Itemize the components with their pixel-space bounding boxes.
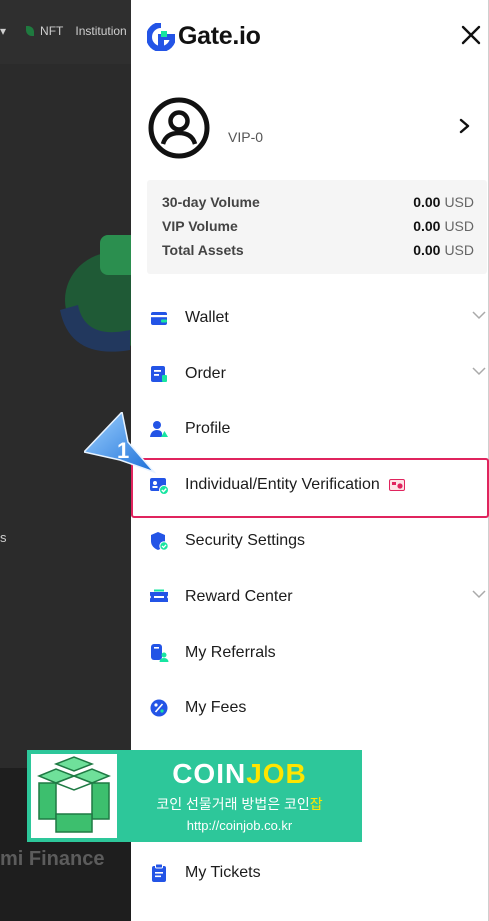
banner-subtitle-yellow: 잡 bbox=[309, 796, 323, 812]
gate-logo-icon bbox=[147, 22, 175, 51]
background-side-text: s bbox=[0, 530, 7, 545]
menu-label: Individual/Entity Verification bbox=[185, 476, 380, 494]
background-nav-links: ▾ NFT Institution bbox=[0, 24, 127, 38]
stat-unit: USD bbox=[444, 218, 474, 234]
nft-leaf-icon bbox=[26, 26, 35, 36]
id-card-badge-icon bbox=[388, 479, 405, 492]
step-callout-arrow: 1 bbox=[84, 412, 156, 474]
stat-unit: USD bbox=[444, 242, 474, 258]
menu-item-my-fees[interactable]: My Fees bbox=[131, 681, 489, 737]
chevron-down-icon[interactable] bbox=[471, 310, 487, 320]
menu-label: My Tickets bbox=[185, 864, 261, 881]
nav-link-institution: Institution bbox=[75, 24, 127, 38]
menu-item-order[interactable]: Order bbox=[131, 346, 489, 402]
stat-label: VIP Volume bbox=[162, 218, 238, 234]
banner-title-yellow: JOB bbox=[246, 758, 307, 789]
chevron-right-icon[interactable] bbox=[457, 118, 471, 134]
percent-icon bbox=[150, 699, 168, 717]
verification-icon bbox=[150, 478, 169, 496]
stat-row-vip-volume: VIP Volume 0.00 USD bbox=[162, 214, 474, 238]
banner-url: http://coinjob.co.kr bbox=[186, 818, 293, 833]
close-icon[interactable] bbox=[456, 20, 486, 50]
menu-item-my-referrals[interactable]: My Referrals bbox=[131, 625, 489, 681]
menu-label: Order bbox=[185, 364, 226, 382]
stat-value: 0.00 bbox=[413, 242, 441, 258]
menu-item-my-tickets[interactable]: My Tickets bbox=[131, 845, 489, 901]
nav-dropdown-arrow: ▾ bbox=[0, 24, 7, 38]
background-footer-text: mi Finance bbox=[0, 848, 105, 870]
menu-label: Reward Center bbox=[185, 587, 293, 605]
wallet-icon bbox=[151, 311, 167, 325]
menu-item-profile[interactable]: Profile bbox=[131, 402, 489, 458]
stat-value: 0.00 bbox=[413, 194, 441, 210]
background-navbar: ▾ NFT Institution bbox=[0, 0, 131, 64]
banner-title: COINJOB bbox=[117, 758, 362, 790]
stat-label: 30-day Volume bbox=[162, 194, 260, 210]
menu-label: Wallet bbox=[185, 308, 229, 326]
banner-subtitle-white: 코인 선물거래 방법은 코인 bbox=[156, 796, 310, 812]
profile-summary[interactable]: VIP-0 bbox=[148, 96, 481, 160]
shield-icon bbox=[151, 532, 169, 551]
menu-label: My Fees bbox=[185, 699, 247, 717]
banner-subtitle: 코인 선물거래 방법은 코인잡 bbox=[117, 794, 362, 814]
clipboard-icon bbox=[152, 863, 166, 882]
menu-label: Security Settings bbox=[185, 532, 306, 550]
menu-label: Profile bbox=[185, 420, 231, 438]
stat-unit: USD bbox=[444, 194, 474, 210]
account-stats-panel: 30-day Volume 0.00 USD VIP Volume 0.00 USD… bbox=[147, 180, 487, 274]
avatar-icon bbox=[148, 97, 210, 159]
nav-link-nft: NFT bbox=[40, 24, 64, 38]
hero-illustration bbox=[60, 235, 131, 352]
step-number: 1 bbox=[117, 438, 129, 463]
menu-item-reward-center[interactable]: Reward Center bbox=[131, 569, 489, 625]
brand-logo[interactable]: Gate.io bbox=[147, 22, 261, 51]
brand-name: Gate.io bbox=[178, 22, 261, 50]
referral-icon bbox=[151, 643, 169, 662]
banner-title-white: COIN bbox=[172, 758, 247, 789]
chevron-down-icon[interactable] bbox=[471, 366, 487, 376]
menu-item-security-settings[interactable]: Security Settings bbox=[131, 513, 489, 569]
vip-level: VIP-0 bbox=[228, 129, 264, 145]
stat-label: Total Assets bbox=[162, 242, 244, 258]
menu-item-verification[interactable]: Individual/Entity Verification bbox=[131, 457, 489, 513]
coinjob-logo-icon bbox=[31, 754, 117, 838]
account-menu: Wallet Order Profile Individual/Entity V… bbox=[131, 290, 489, 736]
menu-label: My Referrals bbox=[185, 643, 276, 661]
stat-row-total-assets: Total Assets 0.00 USD bbox=[162, 238, 474, 262]
chevron-down-icon[interactable] bbox=[471, 589, 487, 599]
menu-item-wallet[interactable]: Wallet bbox=[131, 290, 489, 346]
coinjob-banner: COINJOB 코인 선물거래 방법은 코인잡 http://coinjob.c… bbox=[27, 750, 362, 842]
ticket-icon bbox=[150, 589, 168, 602]
stat-value: 0.00 bbox=[413, 218, 441, 234]
order-icon bbox=[151, 365, 167, 382]
stat-row-30-day-volume: 30-day Volume 0.00 USD bbox=[162, 190, 474, 214]
